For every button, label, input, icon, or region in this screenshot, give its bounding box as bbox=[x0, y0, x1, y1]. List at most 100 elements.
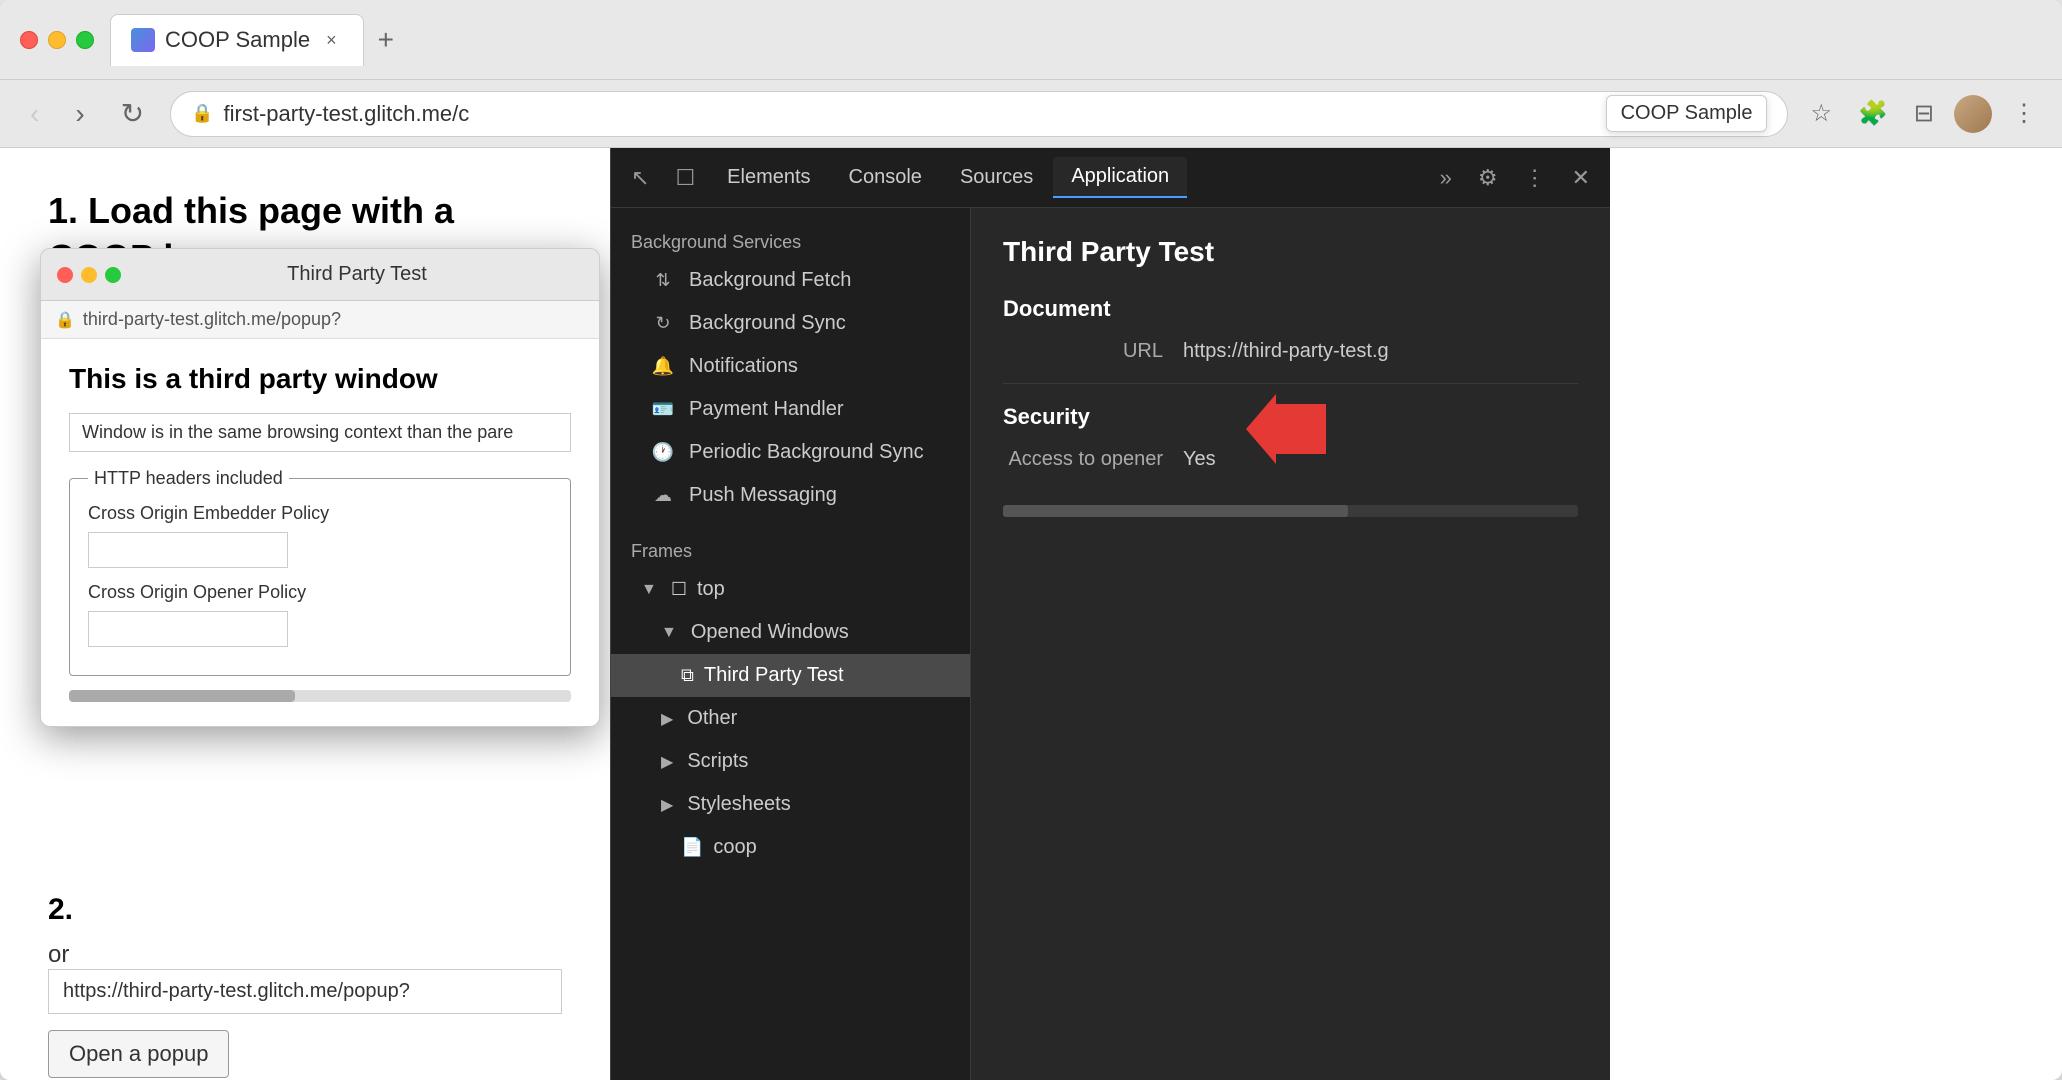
address-input[interactable]: 🔒 first-party-test.glitch.me/c COOP Samp… bbox=[170, 91, 1788, 137]
frame-opened-windows[interactable]: ▼ Opened Windows bbox=[611, 611, 970, 654]
frame-stylesheets[interactable]: ▶ Stylesheets bbox=[611, 783, 970, 826]
open-popup-button[interactable]: Open a popup bbox=[48, 1030, 229, 1078]
frame-other[interactable]: ▶ Other bbox=[611, 697, 970, 740]
sidebar-item-label: Notifications bbox=[689, 355, 798, 378]
tab-bar: COOP Sample × + bbox=[110, 14, 2042, 66]
sidebar-item-label: Periodic Background Sync bbox=[689, 441, 924, 464]
sidebar-item-periodic-background-sync[interactable]: 🕐 Periodic Background Sync bbox=[611, 431, 970, 474]
menu-icon[interactable]: ⋮ bbox=[2006, 93, 2042, 134]
popup-scrollbar-thumb bbox=[69, 690, 295, 702]
push-messaging-icon: ☁ bbox=[651, 485, 675, 506]
popup-heading: This is a third party window bbox=[69, 363, 571, 395]
frame-top-label: top bbox=[697, 578, 725, 601]
frame-third-party-test[interactable]: ⧉ Third Party Test bbox=[611, 654, 970, 697]
third-party-frame-icon: ⧉ bbox=[681, 665, 694, 686]
sidebar-item-background-fetch[interactable]: ⇅ Background Fetch bbox=[611, 259, 970, 302]
devtools-tabs: ↖ ☐ Elements Console Sources Application… bbox=[611, 148, 1610, 208]
access-opener-value: Yes bbox=[1183, 448, 1216, 471]
frame-top[interactable]: ▼ ☐ top bbox=[611, 568, 970, 611]
toolbar-icons: ☆ 🧩 ⊟ ⋮ bbox=[1804, 93, 2042, 134]
coop-file-icon: 📄 bbox=[681, 837, 703, 858]
popup-scrollbar[interactable] bbox=[69, 690, 571, 702]
frame-coop-label: coop bbox=[713, 836, 756, 859]
frame-scripts[interactable]: ▶ Scripts bbox=[611, 740, 970, 783]
popup-title-bar: Third Party Test bbox=[41, 249, 599, 301]
scrollbar-thumb bbox=[1003, 505, 1348, 517]
forward-button[interactable]: › bbox=[65, 94, 94, 134]
frame-coop[interactable]: 📄 coop bbox=[611, 826, 970, 869]
document-heading: Document bbox=[1003, 296, 1578, 322]
main-area: 1. Load this page with a COOP he Cro Thi… bbox=[0, 148, 2062, 1080]
url-row: URL https://third-party-test.g bbox=[1003, 340, 1578, 363]
popup-window: Third Party Test 🔒 third-party-test.glit… bbox=[40, 248, 600, 727]
back-button[interactable]: ‹ bbox=[20, 94, 49, 134]
coop-input[interactable] bbox=[88, 611, 288, 647]
sidebar-item-push-messaging[interactable]: ☁ Push Messaging bbox=[611, 474, 970, 517]
stylesheets-arrow: ▶ bbox=[661, 795, 673, 815]
popup-body: This is a third party window Window is i… bbox=[41, 339, 599, 726]
browser-window: COOP Sample × + ‹ › ↻ 🔒 first-party-test… bbox=[0, 0, 2062, 1080]
close-button[interactable] bbox=[20, 31, 38, 49]
popup-address-text: third-party-test.glitch.me/popup? bbox=[83, 309, 341, 330]
section2-text: or bbox=[48, 941, 562, 969]
frame-third-party-test-label: Third Party Test bbox=[704, 664, 844, 687]
popup-address-bar[interactable]: 🔒 third-party-test.glitch.me/popup? bbox=[41, 301, 599, 339]
bookmark-icon[interactable]: ☆ bbox=[1804, 93, 1838, 134]
sidebar-item-notifications[interactable]: 🔔 Notifications bbox=[611, 345, 970, 388]
tab-sources[interactable]: Sources bbox=[942, 158, 1051, 197]
popup-url-input[interactable] bbox=[48, 969, 562, 1014]
maximize-button[interactable] bbox=[76, 31, 94, 49]
frame-opened-windows-label: Opened Windows bbox=[691, 621, 849, 644]
frame-scripts-label: Scripts bbox=[687, 750, 748, 773]
settings-icon[interactable]: ⚙ bbox=[1466, 157, 1510, 199]
popup-minimize-button[interactable] bbox=[81, 267, 97, 283]
minimize-button[interactable] bbox=[48, 31, 66, 49]
frame-stylesheets-label: Stylesheets bbox=[687, 793, 790, 816]
device-icon[interactable]: ☐ bbox=[663, 157, 707, 199]
devtools-panel: ↖ ☐ Elements Console Sources Application… bbox=[610, 148, 1610, 1080]
tab-elements[interactable]: Elements bbox=[709, 158, 828, 197]
tab-application[interactable]: Application bbox=[1053, 157, 1187, 198]
frame-other-label: Other bbox=[687, 707, 737, 730]
sidebar-item-payment-handler[interactable]: 🪪 Payment Handler bbox=[611, 388, 970, 431]
popup-close-button[interactable] bbox=[57, 267, 73, 283]
address-text: first-party-test.glitch.me/c bbox=[224, 101, 1606, 127]
panel-title: Third Party Test bbox=[1003, 236, 1578, 268]
devtools-sidebar: Background Services ⇅ Background Fetch ↻… bbox=[611, 208, 971, 1080]
tab-console[interactable]: Console bbox=[831, 158, 940, 197]
coep-input[interactable] bbox=[88, 532, 288, 568]
red-arrow-indicator bbox=[1246, 394, 1326, 464]
right-panel-scrollbar[interactable] bbox=[1003, 505, 1578, 517]
popup-maximize-button[interactable] bbox=[105, 267, 121, 283]
section2-heading: 2. bbox=[48, 893, 562, 927]
coop-label: Cross Origin Opener Policy bbox=[88, 582, 552, 603]
devtools-more-icon[interactable]: ⋮ bbox=[1512, 157, 1558, 199]
sidebar-item-background-sync[interactable]: ↻ Background Sync bbox=[611, 302, 970, 345]
user-avatar[interactable] bbox=[1954, 95, 1992, 133]
more-tabs-button[interactable]: » bbox=[1428, 157, 1464, 199]
page-content: 1. Load this page with a COOP he Cro Thi… bbox=[0, 148, 610, 1080]
active-tab[interactable]: COOP Sample × bbox=[110, 14, 364, 66]
payment-handler-icon: 🪪 bbox=[651, 399, 675, 420]
top-arrow: ▼ bbox=[641, 581, 657, 599]
cast-icon[interactable]: ⊟ bbox=[1908, 93, 1940, 134]
popup-status: Window is in the same browsing context t… bbox=[69, 413, 571, 452]
frames-label: Frames bbox=[611, 531, 970, 568]
scripts-arrow: ▶ bbox=[661, 752, 673, 772]
background-fetch-icon: ⇅ bbox=[651, 270, 675, 291]
popup-traffic-lights bbox=[57, 267, 121, 283]
devtools-close-button[interactable]: ✕ bbox=[1560, 157, 1602, 199]
tab-close-button[interactable]: × bbox=[320, 28, 343, 53]
reload-button[interactable]: ↻ bbox=[111, 93, 154, 134]
address-tooltip: COOP Sample bbox=[1606, 95, 1768, 132]
popup-fieldset: HTTP headers included Cross Origin Embed… bbox=[69, 468, 571, 676]
devtools-content: Background Services ⇅ Background Fetch ↻… bbox=[611, 208, 1610, 1080]
background-services-label: Background Services bbox=[611, 222, 970, 259]
new-tab-button[interactable]: + bbox=[368, 20, 404, 60]
inspect-icon[interactable]: ↖ bbox=[619, 157, 661, 199]
extensions-icon[interactable]: 🧩 bbox=[1852, 93, 1894, 134]
lock-icon: 🔒 bbox=[191, 103, 213, 124]
popup-title: Third Party Test bbox=[131, 263, 583, 286]
sidebar-item-label: Background Fetch bbox=[689, 269, 851, 292]
url-value: https://third-party-test.g bbox=[1183, 340, 1578, 363]
